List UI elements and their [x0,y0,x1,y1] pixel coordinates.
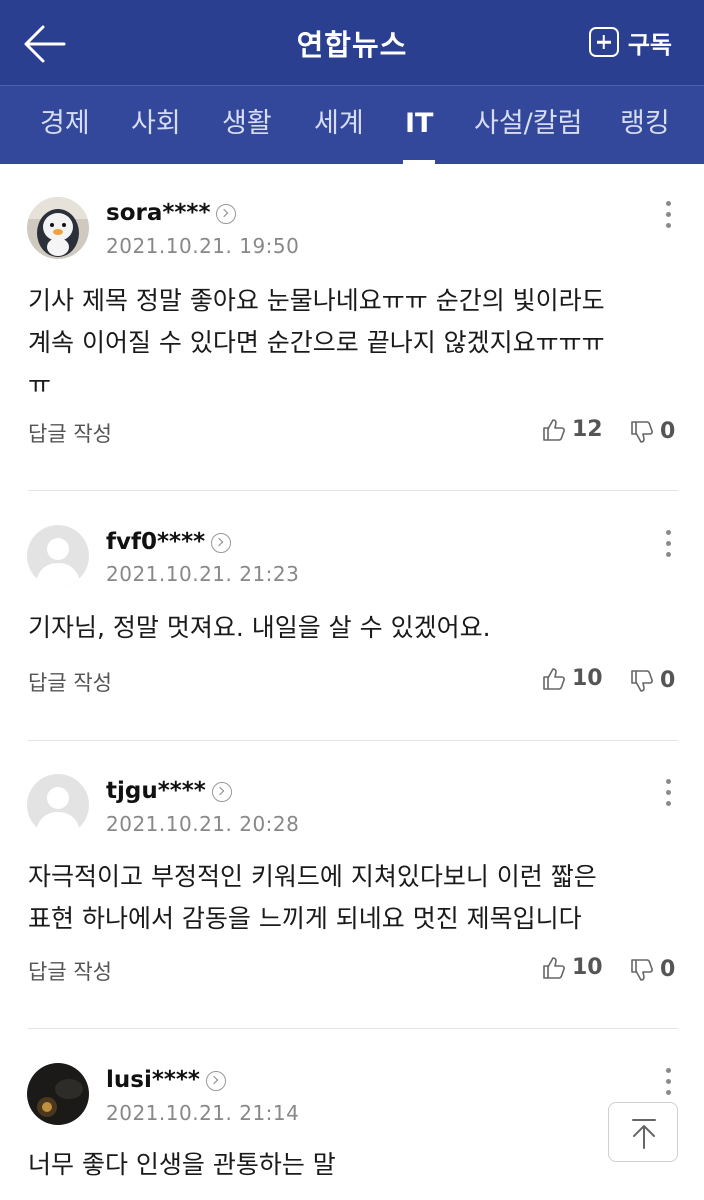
username-text: lusi**** [106,1067,200,1093]
username-text: fvf0**** [106,529,206,555]
username-text: sora**** [106,200,211,226]
comment-time: 2021.10.21. 20:28 [106,812,300,836]
more-options-icon[interactable] [662,779,676,811]
like-count: 10 [572,666,603,691]
reply-button[interactable]: 답글 작성 [28,418,112,448]
comment-text: 기자님, 정말 멋져요. 내일을 살 수 있겠어요. [28,607,678,649]
arrow-up-icon [632,1119,656,1149]
tab-society[interactable]: 사회 [131,86,181,164]
like-button[interactable]: 12 [542,417,603,442]
divider [28,490,678,491]
comment-text: 자극적이고 부정적인 키워드에 지쳐있다보니 이런 짧은 표현 하나에서 감동을… [28,856,678,940]
chevron-right-icon[interactable] [211,532,232,553]
tab-editorial-column[interactable]: 사설/칼럼 [474,86,582,164]
comment-text-line: 표현 하나에서 감동을 느끼게 되네요 멋진 제목입니다 [28,904,582,933]
plus-icon [588,27,619,57]
avatar[interactable] [27,525,89,587]
scroll-to-top-button[interactable] [608,1102,678,1162]
dislike-button[interactable]: 0 [630,419,675,444]
comment-text-line: 자극적이고 부정적인 키워드에 지쳐있다보니 이런 짧은 [28,862,597,891]
comment-text-line: 기사 제목 정말 좋아요 눈물나네요ㅠㅠ 순간의 빛이라도 [28,286,605,315]
dislike-count: 0 [660,957,676,982]
chevron-right-icon[interactable] [216,203,237,224]
thumbs-up-icon [543,956,565,979]
thumbs-up-icon [543,418,565,441]
comment-username[interactable]: tjgu**** [106,778,232,804]
thumbs-down-icon [631,958,653,981]
comment-username[interactable]: lusi**** [106,1067,226,1093]
dislike-button[interactable]: 0 [630,668,675,693]
more-options-icon[interactable] [662,530,676,562]
tab-it[interactable]: IT [402,86,436,164]
comment-text: 너무 좋다 인생을 관통하는 말 [28,1144,678,1186]
chevron-right-icon[interactable] [205,1070,226,1091]
username-text: tjgu**** [106,778,206,804]
divider [28,1028,678,1029]
comment-text-line: ㅠ [28,370,52,399]
subscribe-label: 구독 [627,30,672,59]
tab-economy[interactable]: 경제 [40,86,90,164]
comment-time: 2021.10.21. 21:23 [106,562,300,586]
more-options-icon[interactable] [662,201,676,233]
chevron-right-icon[interactable] [211,781,232,802]
dislike-count: 0 [660,419,676,444]
comment-username[interactable]: fvf0**** [106,529,232,555]
reply-button[interactable]: 답글 작성 [28,667,112,697]
thumbs-down-icon [631,669,653,692]
like-button[interactable]: 10 [542,955,603,980]
like-count: 12 [572,417,603,442]
comment-text-line: 너무 좋다 인생을 관통하는 말 [28,1150,336,1179]
thumbs-up-icon [543,667,565,690]
comment-text: 기사 제목 정말 좋아요 눈물나네요ㅠㅠ 순간의 빛이라도 계속 이어질 수 있… [28,280,678,406]
comment-text-line: 기자님, 정말 멋져요. 내일을 살 수 있겠어요. [28,613,491,642]
subscribe-button[interactable]: 구독 [588,22,672,62]
category-tabs: 경제 사회 생활 세계 IT 사설/칼럼 랭킹 [0,85,704,164]
thumbs-down-icon [631,420,653,443]
comment-time: 2021.10.21. 19:50 [106,234,300,258]
like-button[interactable]: 10 [542,666,603,691]
reply-button[interactable]: 답글 작성 [28,956,112,986]
dislike-count: 0 [660,668,676,693]
comment-time: 2021.10.21. 21:14 [106,1101,300,1125]
more-options-icon[interactable] [662,1068,676,1100]
avatar[interactable] [27,1063,89,1125]
divider [28,740,678,741]
app-header: 연합뉴스 구독 [0,0,704,85]
avatar[interactable] [27,197,89,259]
comment-username[interactable]: sora**** [106,200,237,226]
tab-life[interactable]: 생활 [222,86,272,164]
tab-world[interactable]: 세계 [314,86,364,164]
comment-text-line: 계속 이어질 수 있다면 순간으로 끝나지 않겠지요ㅠㅠㅠ [28,328,605,357]
like-count: 10 [572,955,603,980]
avatar[interactable] [27,774,89,836]
dislike-button[interactable]: 0 [630,957,675,982]
tab-ranking[interactable]: 랭킹 [620,86,670,164]
